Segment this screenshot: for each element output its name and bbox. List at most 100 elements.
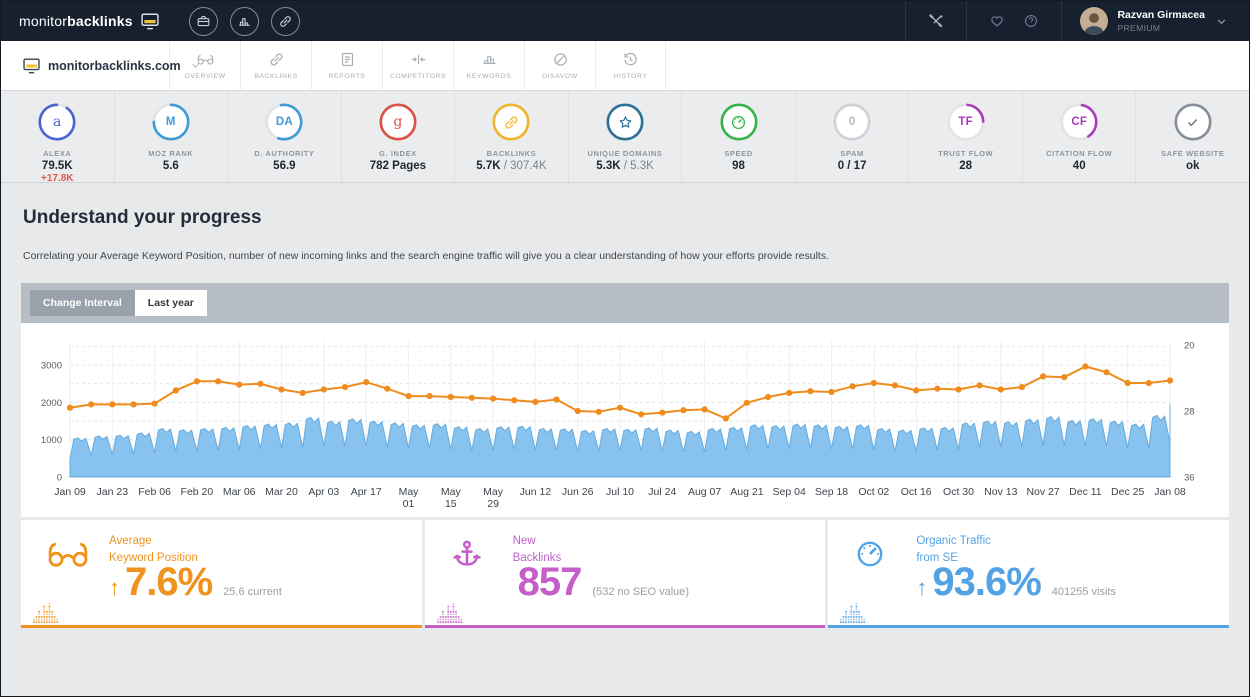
metric-ring: M [149,100,193,144]
metric-ring [489,100,533,144]
heart-icon[interactable] [989,13,1005,29]
wrench-icon[interactable] [928,13,944,29]
tab-backlinks[interactable]: BACKLINKS [240,41,311,90]
tab-disavow[interactable]: DISAVOW [524,41,595,90]
nav-bar: monitorbacklinks.com OVERVIEW BACKLINKSRE… [1,41,1249,91]
svg-text:Jan 23: Jan 23 [97,486,129,498]
help-segment [966,1,1061,41]
svg-text:Dec 11: Dec 11 [1069,486,1102,498]
tab-label: KEYWORDS [467,73,511,80]
metric-delta: +17.8K [41,173,74,184]
tools-segment [905,1,966,41]
svg-text:Mar 06: Mar 06 [223,486,256,498]
nav-tabs: OVERVIEW BACKLINKSREPORTSCOMPETITORS KEYWO… [169,41,666,90]
question-icon[interactable] [1023,13,1039,29]
metric-safe-website[interactable]: SAFE WEBSITE ok [1136,91,1249,182]
svg-text:15: 15 [445,498,457,510]
svg-text:Sep 18: Sep 18 [815,486,848,498]
svg-text:2000: 2000 [41,398,62,409]
metric-label: G. INDEX [379,149,417,158]
anchor-icon [451,538,483,570]
tab-competitors[interactable]: COMPETITORS [382,41,453,90]
stat-card-average-keyword-position[interactable]: Average Keyword Position ↑ 7.6% 25.6 cur… [21,520,422,628]
report-icon [339,51,356,68]
metric-ring: a [35,100,79,144]
metrics-bar: aALEXA79.5K+17.8KMMOZ RANK5.6DAD. AUTHOR… [1,91,1249,183]
metric-label: SAFE WEBSITE [1161,149,1224,158]
metric-g-index[interactable]: g G. INDEX 782 Pages [342,91,456,182]
metric-trust-flow[interactable]: TFTRUST FLOW28 [909,91,1023,182]
svg-text:0: 0 [57,473,62,484]
metric-value: 56.9 [273,160,295,172]
metric-label: ALEXA [43,149,71,158]
tab-label: HISTORY [613,73,647,80]
metric-ring: DA [262,100,306,144]
tab-keywords[interactable]: KEYWORDS [453,41,524,90]
stat-note: 401255 visits [1052,586,1116,598]
metric-backlinks[interactable]: BACKLINKS5.7K / 307.4K [455,91,569,182]
logo-text-monitor: monitor [19,13,67,29]
svg-text:Jul 10: Jul 10 [606,486,634,498]
svg-text:20: 20 [1184,341,1195,352]
app-root: monitorbacklinks Razvan Girmacea PREMIUM… [0,0,1250,697]
tab-reports[interactable]: REPORTS [311,41,382,90]
metric-badge: g [376,100,420,144]
stat-card-organic-traffic[interactable]: Organic Traffic from SE ↑ 93.6% 401255 v… [828,520,1229,628]
svg-text:Feb 06: Feb 06 [138,486,171,498]
svg-text:Apr 03: Apr 03 [308,486,339,498]
barchart-button[interactable] [230,7,259,36]
svg-text:May: May [483,486,504,498]
user-menu[interactable]: Razvan Girmacea PREMIUM [1061,1,1249,41]
metric-value: 5.7K / 307.4K [476,160,546,172]
tab-history[interactable]: HISTORY [595,41,666,90]
stat-cards: Average Keyword Position ↑ 7.6% 25.6 cur… [21,520,1229,628]
svg-text:May: May [399,486,420,498]
link-button[interactable] [271,7,300,36]
domain-selector[interactable]: monitorbacklinks.com [1,41,169,90]
metric-citation-flow[interactable]: CFCITATION FLOW40 [1023,91,1137,182]
briefcase-icon [196,14,211,29]
tab-label: OVERVIEW [184,73,225,80]
gauge-icon [854,538,886,570]
metric-alexa[interactable]: aALEXA79.5K+17.8K [1,91,115,182]
domain-name: monitorbacklinks.com [48,59,181,73]
gauge-icon [717,100,761,144]
progress-chart[interactable]: 0100020003000202836Jan 09Jan 23Feb 06Feb… [21,323,1229,517]
metric-label: MOZ RANK [148,149,193,158]
tab-label: DISAVOW [542,73,578,80]
stat-value: 857 [518,560,582,604]
svg-text:3000: 3000 [41,361,62,372]
metric-value: 782 Pages [370,160,426,172]
svg-text:Sep 04: Sep 04 [773,486,806,498]
skyline-decoration [437,603,463,624]
glasses-icon [47,538,89,570]
metric-value: 28 [959,160,972,172]
page-title: Understand your progress [23,207,1249,229]
user-name: Razvan Girmacea [1117,9,1205,23]
app-logo[interactable]: monitorbacklinks [19,13,159,30]
svg-text:Mar 20: Mar 20 [265,486,298,498]
metric-speed[interactable]: SPEED98 [682,91,796,182]
svg-text:May: May [441,486,462,498]
metric-badge: 0 [830,100,874,144]
metric-d-authority[interactable]: DAD. AUTHORITY56.9 [228,91,342,182]
change-interval-button[interactable]: Change Interval [30,290,135,316]
svg-text:Oct 02: Oct 02 [858,486,889,498]
briefcase-button[interactable] [189,7,218,36]
last-year-button[interactable]: Last year [135,290,207,316]
metric-moz-rank[interactable]: MMOZ RANK5.6 [115,91,229,182]
metric-ring: TF [944,100,988,144]
metric-value: ok [1186,160,1199,172]
metric-spam[interactable]: 0SPAM0 / 17 [796,91,910,182]
star-icon [603,100,647,144]
history-icon [622,51,639,68]
stat-value: 93.6% [932,560,1040,604]
metric-ring [603,100,647,144]
chevron-down-icon [1214,14,1229,29]
metric-ring [717,100,761,144]
tab-overview[interactable]: OVERVIEW [169,41,240,90]
monitor-logo-icon [141,13,159,30]
svg-text:Apr 17: Apr 17 [351,486,382,498]
stat-card-new-backlinks[interactable]: New Backlinks 857 (532 no SEO value) [425,520,826,628]
metric-unique-domains[interactable]: UNIQUE DOMAINS5.3K / 5.3K [569,91,683,182]
